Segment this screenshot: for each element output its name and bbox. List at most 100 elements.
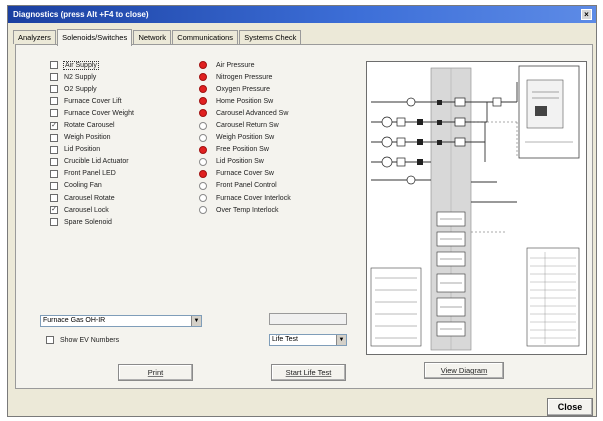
tab-systems-check[interactable]: Systems Check [239,30,302,44]
switch-status-indicator [199,157,207,166]
solenoid-label: Crucible Lid Actuator [64,158,129,166]
title-bar: Diagnostics (press Alt +F4 to close) × [8,6,596,23]
switch-status-indicator [199,73,207,82]
solenoid-label: Cooling Fan [64,182,102,190]
switch-label: Furnace Cover Sw [216,170,274,178]
tab-strip: Analyzers Solenoids/Switches Network Com… [13,28,302,46]
switch-status-indicator [199,145,207,154]
solenoid-checkbox[interactable] [50,218,58,227]
switch-row: Carousel Advanced Sw [199,107,291,119]
switch-label: Carousel Return Sw [216,122,279,130]
solenoid-row[interactable]: Air Supply [50,59,134,71]
switch-row: Nitrogen Pressure [199,71,291,83]
solenoid-checkbox[interactable] [50,145,58,154]
switch-row: Furnace Cover Sw [199,168,291,180]
switch-label: Free Position Sw [216,146,269,154]
solenoid-row[interactable]: Furnace Cover Weight [50,107,134,119]
print-button-label: Print [147,368,164,377]
close-button[interactable]: Close [547,398,593,416]
solenoid-label: Carousel Rotate [64,194,115,202]
print-button[interactable]: Print [118,364,193,381]
device-select[interactable]: Furnace Gas OH-IR ▼ [40,315,202,327]
solenoid-checkbox[interactable] [50,61,58,70]
solenoid-checkbox[interactable]: ✓ [50,206,58,215]
switch-label: Over Temp Interlock [216,206,279,214]
solenoid-checkbox[interactable] [50,133,58,142]
solenoid-checkbox[interactable] [50,194,58,203]
solenoid-label: Rotate Carousel [64,122,115,130]
show-ev-numbers-checkbox[interactable] [46,336,54,344]
solenoid-checkbox[interactable]: ✓ [50,121,58,130]
solenoid-label: Carousel Lock [64,206,109,214]
tab-communications[interactable]: Communications [172,30,239,44]
solenoid-row[interactable]: Lid Position [50,144,134,156]
tab-analyzers[interactable]: Analyzers [13,30,56,44]
view-diagram-button-label: View Diagram [440,366,488,375]
solenoid-row[interactable]: N2 Supply [50,71,134,83]
solenoid-label: Furnace Cover Lift [64,97,122,105]
switch-row: Free Position Sw [199,144,291,156]
solenoid-label: Weigh Position [64,134,111,142]
switch-status-indicator [199,109,207,118]
plumbing-schematic [367,62,586,354]
switch-status-indicator [199,61,207,70]
solenoid-checkbox[interactable] [50,181,58,190]
solenoid-label: O2 Supply [64,85,97,93]
view-diagram-button[interactable]: View Diagram [424,362,504,379]
solenoid-row[interactable]: Spare Solenoid [50,216,134,228]
switch-label: Weigh Position Sw [216,134,275,142]
solenoid-row[interactable]: Cooling Fan [50,180,134,192]
switch-status-indicator [199,121,207,130]
switch-row: Lid Position Sw [199,156,291,168]
switch-label: Lid Position Sw [216,158,264,166]
close-window-icon[interactable]: × [581,9,592,20]
switch-label: Oxygen Pressure [216,85,271,93]
solenoid-row[interactable]: Furnace Cover Lift [50,95,134,107]
switch-label: Nitrogen Pressure [216,73,273,81]
device-select-value: Furnace Gas OH-IR [43,317,106,324]
life-test-select-value: Life Test [272,336,298,343]
solenoid-row[interactable]: Crucible Lid Actuator [50,156,134,168]
solenoid-row[interactable]: O2 Supply [50,83,134,95]
solenoid-label: Air Supply [63,60,99,70]
show-ev-numbers-row: Show EV Numbers [46,336,119,344]
solenoid-checkbox[interactable] [50,85,58,94]
life-test-count-field[interactable] [269,313,347,325]
solenoids-switches-panel: Air Supply N2 Supply O2 Supply Furnace Cove… [15,44,593,389]
switch-label: Furnace Cover Interlock [216,194,291,202]
solenoid-label: Lid Position [64,146,101,154]
switch-status-indicator [199,133,207,142]
switch-row: Weigh Position Sw [199,132,291,144]
switch-status-list: Air Pressure Nitrogen Pressure Oxygen Pres… [199,59,291,216]
tab-solenoids-switches[interactable]: Solenoids/Switches [57,29,133,46]
solenoid-row[interactable]: Carousel Rotate [50,192,134,204]
switch-row: Carousel Return Sw [199,119,291,131]
start-life-test-button-label: Start Life Test [285,368,332,377]
solenoid-checkbox[interactable] [50,157,58,166]
chevron-down-icon[interactable]: ▼ [191,316,201,326]
life-test-select[interactable]: Life Test ▼ [269,334,347,346]
diagnostics-window: Diagnostics (press Alt +F4 to close) × A… [7,5,597,417]
solenoid-label: Furnace Cover Weight [64,109,134,117]
system-diagram [366,61,587,355]
switch-row: Air Pressure [199,59,291,71]
switch-row: Furnace Cover Interlock [199,192,291,204]
solenoid-checkbox[interactable] [50,109,58,118]
solenoid-checkbox[interactable] [50,97,58,106]
switch-row: Home Position Sw [199,95,291,107]
solenoid-row[interactable]: Front Panel LED [50,168,134,180]
switch-label: Front Panel Control [216,182,277,190]
switch-row: Oxygen Pressure [199,83,291,95]
start-life-test-button[interactable]: Start Life Test [271,364,346,381]
switch-row: Front Panel Control [199,180,291,192]
solenoid-label: N2 Supply [64,73,97,81]
solenoid-row[interactable]: ✓ Rotate Carousel [50,119,134,131]
solenoid-row[interactable]: ✓ Carousel Lock [50,204,134,216]
solenoid-checkbox[interactable] [50,169,58,178]
switch-label: Air Pressure [216,61,255,69]
solenoid-checkbox[interactable] [50,73,58,82]
solenoid-row[interactable]: Weigh Position [50,132,134,144]
tab-network[interactable]: Network [133,30,171,44]
chevron-down-icon[interactable]: ▼ [336,335,346,345]
show-ev-numbers-label: Show EV Numbers [60,336,120,344]
